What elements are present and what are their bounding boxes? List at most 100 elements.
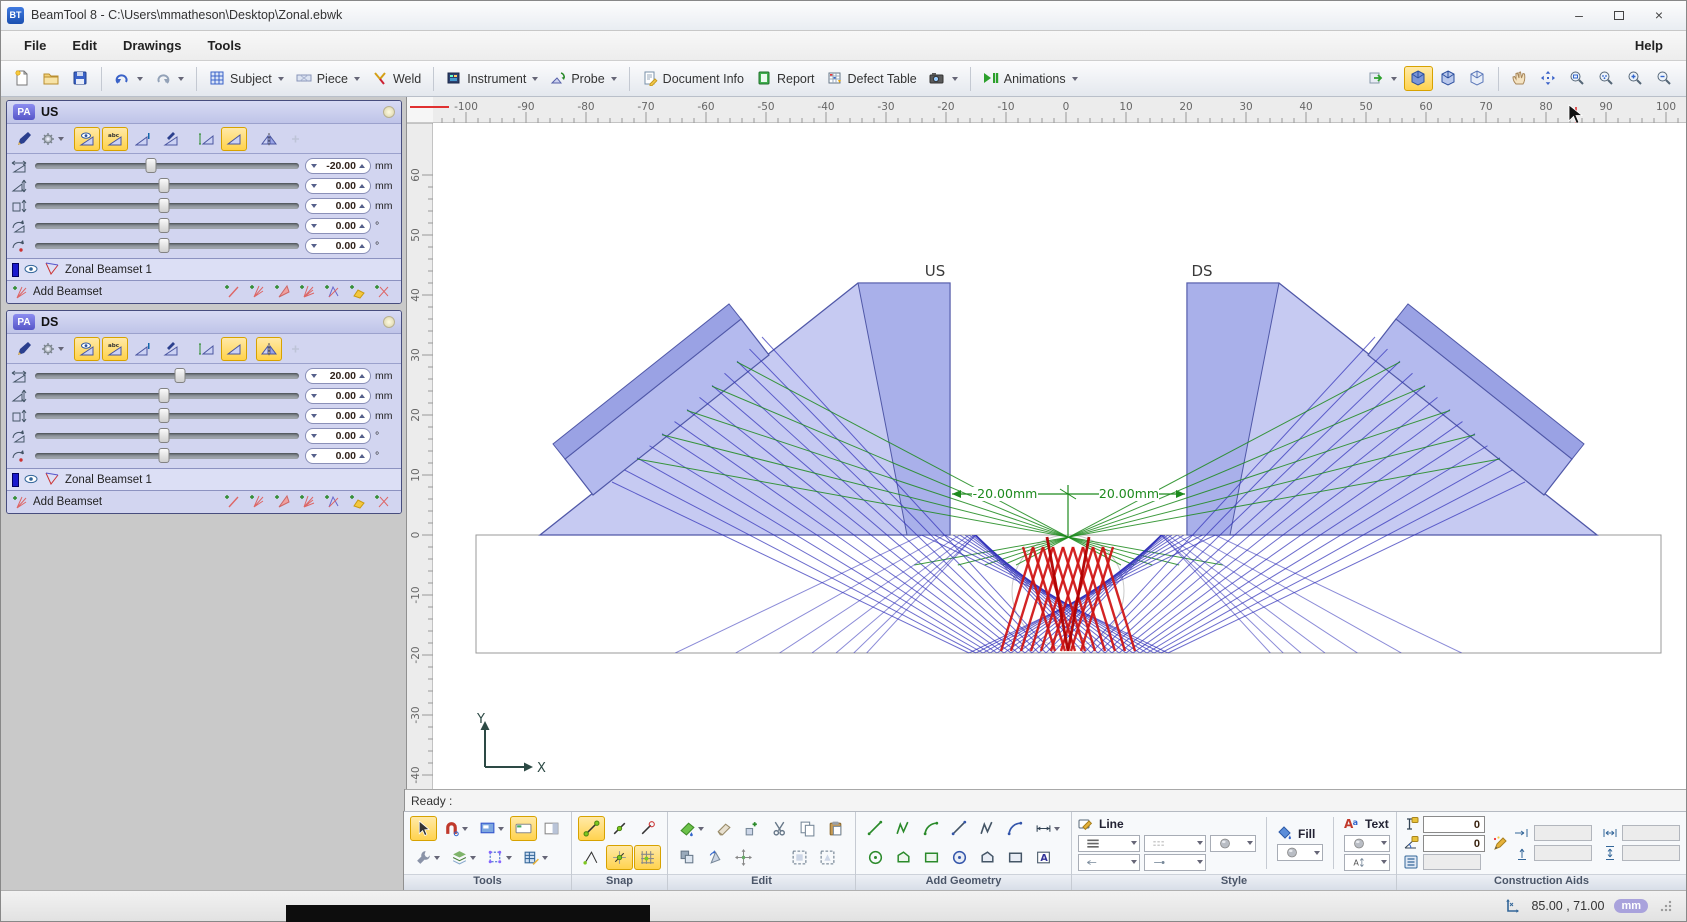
- elevation-slider[interactable]: [33, 176, 301, 196]
- beamset-preset-6[interactable]: [349, 283, 371, 301]
- panel-header-us[interactable]: PA US: [7, 101, 401, 124]
- add-beamset-label[interactable]: Add Beamset: [33, 496, 102, 508]
- extra-button[interactable]: [284, 337, 310, 361]
- beamset-preset-4[interactable]: [299, 283, 321, 301]
- roll-value-spinner[interactable]: 0.00: [305, 238, 371, 254]
- menu-file[interactable]: File: [11, 33, 59, 58]
- snap-axis-toggle[interactable]: [578, 845, 605, 870]
- beamset-preset-5[interactable]: [324, 283, 346, 301]
- rotation-slider[interactable]: [33, 426, 301, 446]
- show-index-toggle[interactable]: I: [130, 337, 156, 361]
- show-labels-toggle[interactable]: abc: [102, 337, 128, 361]
- zoom-dynamic-button[interactable]: [1593, 67, 1620, 90]
- line-dash-select[interactable]: [1144, 835, 1206, 852]
- drawing-canvas[interactable]: -100-90-80-70-60-50-40-30-20-10010203040…: [407, 97, 1686, 789]
- beamset-preset-6[interactable]: [349, 493, 371, 511]
- beamset-preset-4[interactable]: [299, 493, 321, 511]
- select-tool[interactable]: [410, 816, 437, 841]
- beamset-preset-2[interactable]: [249, 493, 271, 511]
- snap-nearest-toggle[interactable]: [634, 816, 661, 841]
- beamset-preset-5[interactable]: [324, 493, 346, 511]
- roll-slider[interactable]: [33, 236, 301, 256]
- width-input[interactable]: [1622, 825, 1680, 841]
- beamset-visibility-icon[interactable]: [23, 471, 40, 488]
- length-lock-input[interactable]: 0: [1423, 816, 1485, 833]
- line-weight-select[interactable]: [1078, 835, 1140, 852]
- eraser-tool[interactable]: [710, 816, 737, 841]
- show-wedge-toggle[interactable]: [221, 127, 247, 151]
- layers-dropdown[interactable]: [446, 845, 481, 870]
- angle-lock-input[interactable]: 0: [1423, 835, 1485, 852]
- add-construction-arc[interactable]: [918, 816, 945, 841]
- add-rect[interactable]: [1002, 845, 1029, 870]
- screenshot-dropdown[interactable]: [924, 67, 963, 90]
- angle-lock-icon[interactable]: [1403, 835, 1420, 852]
- close-button[interactable]: ×: [1646, 6, 1672, 24]
- document-info-button[interactable]: Document Info: [637, 67, 749, 90]
- move-tool[interactable]: [730, 845, 757, 870]
- roll-slider[interactable]: [33, 446, 301, 466]
- offset-slider[interactable]: [33, 156, 301, 176]
- maximize-button[interactable]: [1606, 6, 1632, 24]
- open-button[interactable]: [38, 67, 65, 90]
- add-textbox[interactable]: A: [1030, 845, 1057, 870]
- table-edit-dropdown[interactable]: [518, 845, 553, 870]
- units-badge[interactable]: mm: [1614, 899, 1648, 913]
- snap-grid-toggle[interactable]: [634, 845, 661, 870]
- pan-arrows-button[interactable]: [1535, 67, 1562, 90]
- add-construction-polygon[interactable]: [890, 845, 917, 870]
- beamset-preset-7[interactable]: [374, 283, 396, 301]
- menu-tools[interactable]: Tools: [194, 33, 254, 58]
- cut-button[interactable]: [766, 816, 793, 841]
- paste-button[interactable]: [822, 816, 849, 841]
- mirror-probe-toggle[interactable]: [256, 337, 282, 361]
- new-document-button[interactable]: [9, 67, 36, 90]
- options-dropdown[interactable]: [410, 845, 445, 870]
- snap-endpoint-toggle[interactable]: [578, 816, 605, 841]
- show-wedge-toggle[interactable]: [221, 337, 247, 361]
- length-lock-icon[interactable]: [1403, 816, 1420, 833]
- add-construction-rect[interactable]: [918, 845, 945, 870]
- add-dimension-dropdown[interactable]: [1030, 816, 1065, 841]
- show-dimensions-toggle[interactable]: [193, 127, 219, 151]
- piece-button[interactable]: Piece: [291, 67, 365, 90]
- beamset-preset-3[interactable]: [274, 283, 296, 301]
- zoom-in-button[interactable]: [1622, 67, 1649, 90]
- edit-wedge-button[interactable]: [158, 127, 184, 151]
- add-arc[interactable]: [1002, 816, 1029, 841]
- redo-button[interactable]: [150, 67, 189, 90]
- defect-table-button[interactable]: Defect Table: [822, 67, 922, 90]
- scale-tool[interactable]: [738, 816, 765, 841]
- rotation-value-spinner[interactable]: 0.00: [305, 428, 371, 444]
- offset-left-input[interactable]: [1534, 825, 1592, 841]
- view-wireframe-button[interactable]: [1464, 67, 1491, 90]
- elevation-value-spinner[interactable]: 0.00: [305, 178, 371, 194]
- add-polyline[interactable]: [974, 816, 1001, 841]
- list-input[interactable]: [1423, 854, 1481, 870]
- view-shaded-button[interactable]: [1435, 67, 1462, 90]
- elevation-value-spinner[interactable]: 0.00: [305, 388, 371, 404]
- instrument-button[interactable]: Instrument: [441, 67, 543, 90]
- beamset-preset-3[interactable]: [274, 493, 296, 511]
- show-beams-toggle[interactable]: [74, 127, 100, 151]
- rotation-value-spinner[interactable]: 0.00: [305, 218, 371, 234]
- elevation-slider[interactable]: [33, 386, 301, 406]
- height-slider[interactable]: [33, 406, 301, 426]
- view-solid-button[interactable]: [1404, 66, 1433, 91]
- add-construction-line[interactable]: [862, 816, 889, 841]
- beamset-preset-7[interactable]: [374, 493, 396, 511]
- panel-pin-icon[interactable]: [383, 316, 395, 328]
- height-input[interactable]: [1622, 845, 1680, 861]
- region-select-button[interactable]: [814, 845, 841, 870]
- snap-midpoint-toggle[interactable]: [606, 816, 633, 841]
- show-dimensions-toggle[interactable]: [193, 337, 219, 361]
- rotate-tool[interactable]: [702, 845, 729, 870]
- zoom-out-button[interactable]: [1651, 67, 1678, 90]
- format-painter-dropdown[interactable]: [674, 816, 709, 841]
- fill-color-select[interactable]: [1277, 844, 1323, 861]
- offset-up-input[interactable]: [1534, 845, 1592, 861]
- beamset-preset-2[interactable]: [249, 283, 271, 301]
- beamset-row[interactable]: Zonal Beamset 1: [7, 468, 401, 490]
- panel-pin-icon[interactable]: [383, 106, 395, 118]
- marquee-select-button[interactable]: [786, 845, 813, 870]
